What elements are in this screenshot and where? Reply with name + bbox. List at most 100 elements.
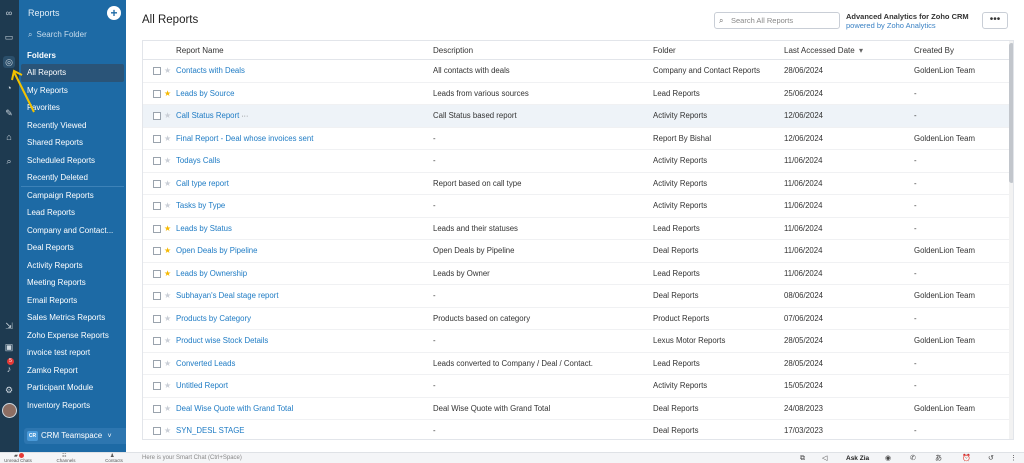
row-checkbox[interactable] <box>153 247 161 255</box>
table-row[interactable]: ★ Deal Wise Quote with Grand Total Deal Wi… <box>143 398 1009 420</box>
row-checkbox[interactable] <box>153 382 161 390</box>
sidebar-item-my-reports[interactable]: My Reports <box>21 82 124 100</box>
sidebar-item-zoho-expense[interactable]: Zoho Expense Reports <box>21 327 124 345</box>
row-checkbox[interactable] <box>153 337 161 345</box>
table-row[interactable]: ★ Leads by Ownership Leads by Owner Lead Re… <box>143 263 1009 285</box>
alarm-icon[interactable]: ⏰ <box>962 453 971 463</box>
report-name-link[interactable]: Products by Category <box>176 308 251 330</box>
row-checkbox[interactable] <box>153 314 161 323</box>
row-checkbox[interactable] <box>153 359 161 368</box>
report-name-link[interactable]: Leads by Source <box>176 83 235 105</box>
row-checkbox[interactable] <box>153 202 161 210</box>
favorite-star-icon[interactable]: ★ <box>164 353 171 375</box>
sidebar-item-deal-reports[interactable]: Deal Reports <box>21 239 124 257</box>
more-vertical-icon[interactable]: ⋮ <box>1010 453 1017 463</box>
add-folder-button[interactable]: + <box>107 6 121 20</box>
report-name-link[interactable]: Call Status Report ··· <box>176 105 248 127</box>
row-checkbox[interactable] <box>153 157 161 165</box>
sidebar-item-inventory[interactable]: Inventory Reports <box>21 397 124 415</box>
favorite-star-icon[interactable]: ★ <box>164 330 171 352</box>
table-row[interactable]: ★ Final Report - Deal whose invoices sent… <box>143 128 1009 150</box>
table-row[interactable]: ★ Products by Category Products based on c… <box>143 308 1009 330</box>
row-checkbox[interactable] <box>153 89 161 98</box>
sidebar-item-participant[interactable]: Participant Module <box>21 379 124 397</box>
row-checkbox[interactable] <box>153 427 161 435</box>
sidebar-item-invoice-test[interactable]: invoice test report <box>21 344 124 362</box>
favorite-star-icon[interactable]: ★ <box>164 195 171 217</box>
report-name-link[interactable]: Call type report <box>176 173 229 195</box>
table-row[interactable]: ★ Call type report Report based on call ty… <box>143 173 1009 195</box>
table-row[interactable]: ★ Subhayan's Deal stage report - Deal Repor… <box>143 285 1009 308</box>
report-name-link[interactable]: Untitled Report <box>176 375 228 397</box>
screen-share-icon[interactable]: ⧉ <box>800 453 805 463</box>
analytics-icon[interactable]: ◔ <box>3 82 15 94</box>
teamspace-selector[interactable]: CR CRM Teamspace ˅ <box>24 428 132 444</box>
row-checkbox[interactable] <box>153 67 161 75</box>
report-name-link[interactable]: Deal Wise Quote with Grand Total <box>176 398 293 420</box>
favorite-star-icon[interactable]: ★ <box>164 398 171 420</box>
row-checkbox[interactable] <box>153 134 161 143</box>
row-more-icon[interactable]: ··· <box>241 113 248 120</box>
column-header-last-accessed[interactable]: Last Accessed Date ▾ <box>784 41 863 60</box>
report-name-link[interactable]: Product wise Stock Details <box>176 330 268 352</box>
favorite-star-icon[interactable]: ★ <box>164 308 171 330</box>
report-name-link[interactable]: Final Report - Deal whose invoices sent <box>176 128 313 150</box>
report-name-link[interactable]: Open Deals by Pipeline <box>176 240 257 262</box>
table-row[interactable]: ★ Converted Leads Leads converted to Compa… <box>143 353 1009 375</box>
scrollbar-thumb[interactable] <box>1009 43 1013 183</box>
sidebar-item-campaign-reports[interactable]: Campaign Reports <box>21 187 124 205</box>
reports-icon[interactable]: ◎ <box>3 56 15 68</box>
sidebar-item-sales-metrics[interactable]: Sales Metrics Reports <box>21 309 124 327</box>
sidebar-item-recently-viewed[interactable]: Recently Viewed <box>21 117 124 135</box>
announce-icon[interactable]: ◁ <box>822 453 827 463</box>
sidebar-item-email-reports[interactable]: Email Reports <box>21 292 124 310</box>
table-row[interactable]: ★ Leads by Source Leads from various sourc… <box>143 83 1009 105</box>
sidebar-item-activity-reports[interactable]: Activity Reports <box>21 257 124 275</box>
table-row[interactable]: ★ Product wise Stock Details - Lexus Motor … <box>143 330 1009 353</box>
ask-zia-button[interactable]: Ask Zia <box>846 453 869 463</box>
row-checkbox[interactable] <box>153 292 161 300</box>
table-row[interactable]: ★ Call Status Report ··· Call Status based … <box>143 105 1009 128</box>
row-checkbox[interactable] <box>153 224 161 233</box>
row-checkbox[interactable] <box>153 179 161 188</box>
table-row[interactable]: ★ Tasks by Type - Activity Reports 11/06/202… <box>143 195 1009 218</box>
report-name-link[interactable]: Todays Calls <box>176 150 220 172</box>
favorite-star-icon[interactable]: ★ <box>164 375 171 397</box>
column-header-name[interactable]: Report Name <box>176 41 224 60</box>
column-header-created-by[interactable]: Created By <box>914 41 954 60</box>
contacts-tab[interactable]: ♟ Contacts <box>96 453 132 463</box>
report-name-link[interactable]: Contacts with Deals <box>176 60 245 82</box>
favorite-star-icon[interactable]: ★ <box>164 128 171 150</box>
import-icon[interactable]: ⇲ <box>3 320 15 332</box>
report-name-link[interactable]: Subhayan's Deal stage report <box>176 285 278 307</box>
report-name-link[interactable]: Tasks by Type <box>176 195 225 217</box>
store-icon[interactable]: ⌂ <box>3 131 15 143</box>
favorite-star-icon[interactable]: ★ <box>164 285 171 307</box>
sidebar-item-favorites[interactable]: Favorites <box>21 99 124 117</box>
report-name-link[interactable]: Leads by Status <box>176 218 232 240</box>
zoho-logo-icon[interactable]: ∞ <box>3 7 15 19</box>
report-name-link[interactable]: Leads by Ownership <box>176 263 247 285</box>
row-checkbox[interactable] <box>153 269 161 278</box>
table-row[interactable]: ★ SYN_DESL STAGE - Deal Reports 17/03/2023 - <box>143 420 1009 439</box>
report-search-input[interactable]: ⌕ Search All Reports <box>714 12 840 29</box>
avatar[interactable] <box>2 403 17 418</box>
favorite-star-icon[interactable]: ★ <box>164 83 171 105</box>
report-name-link[interactable]: SYN_DESL STAGE <box>176 420 244 439</box>
table-row[interactable]: ★ Untitled Report - Activity Reports 15/05/2… <box>143 375 1009 398</box>
folder-search-input[interactable]: ⌕ Search Folder <box>25 27 121 42</box>
sidebar-item-lead-reports[interactable]: Lead Reports <box>21 204 124 222</box>
sidebar-item-shared-reports[interactable]: Shared Reports <box>21 134 124 152</box>
sidebar-item-scheduled-reports[interactable]: Scheduled Reports <box>21 152 124 170</box>
table-scrollbar[interactable] <box>1009 41 1013 439</box>
analytics-subtitle[interactable]: powered by Zoho Analytics <box>846 21 936 30</box>
analytics-title[interactable]: Advanced Analytics for Zoho CRM <box>846 12 969 21</box>
smart-chat-input[interactable]: Here is your Smart Chat (Ctrl+Space) <box>142 453 242 463</box>
table-row[interactable]: ★ Leads by Status Leads and their statuses… <box>143 218 1009 240</box>
sidebar-item-zamko[interactable]: Zamko Report <box>21 362 124 380</box>
favorite-star-icon[interactable]: ★ <box>164 240 171 262</box>
more-options-button[interactable]: ••• <box>982 12 1008 29</box>
favorite-star-icon[interactable]: ★ <box>164 173 171 195</box>
favorite-star-icon[interactable]: ★ <box>164 420 171 439</box>
sidebar-item-meeting-reports[interactable]: Meeting Reports <box>21 274 124 292</box>
